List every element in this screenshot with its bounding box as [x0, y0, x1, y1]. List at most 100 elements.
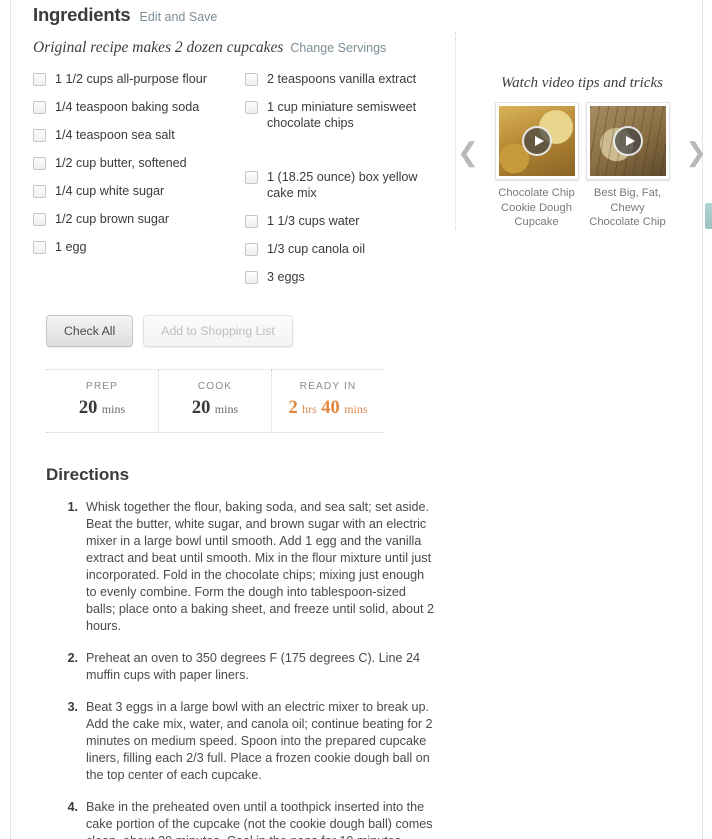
recipe-page: Ingredients Edit and Save Original recip… [0, 0, 712, 839]
ingredient-checkbox[interactable] [245, 171, 258, 184]
ingredients-column-right: 2 teaspoons vanilla extract 1 cup miniat… [245, 71, 435, 297]
timing-hours-number: 2 [288, 398, 298, 418]
ingredient-label: 1 (18.25 ounce) box yellow cake mix [267, 170, 418, 200]
ingredient-group-separator [245, 143, 435, 169]
timing-minutes-unit: mins [344, 402, 368, 416]
timing-cell-prep: PREP 20 mins [46, 370, 158, 432]
ingredient-label: 1/3 cup canola oil [267, 242, 366, 256]
ingredient-checkbox[interactable] [245, 101, 258, 114]
timing-label: COOK [197, 381, 233, 392]
ingredient-item[interactable]: 1/4 teaspoon baking soda [33, 99, 245, 115]
ingredient-checkbox[interactable] [33, 157, 46, 170]
ingredient-label: 1/4 cup white sugar [55, 184, 165, 198]
ingredient-checkbox[interactable] [33, 101, 46, 114]
direction-step: 4. Bake in the preheated oven until a to… [65, 799, 678, 839]
video-thumbnail[interactable]: Best Big, Fat, Chewy Chocolate Chip [585, 102, 670, 230]
video-thumbnail-caption: Chocolate Chip Cookie Dough Cupcake [498, 187, 575, 228]
direction-step: 1. Whisk together the flour, baking soda… [65, 499, 678, 635]
video-thumbnail[interactable]: Chocolate Chip Cookie Dough Cupcake [494, 102, 579, 230]
timing-label: PREP [85, 381, 119, 392]
ingredients-and-video-row: 1 1/2 cups all-purpose flour 1/4 teaspoo… [11, 57, 707, 297]
ingredient-label: 1/4 teaspoon sea salt [55, 128, 175, 142]
video-panel: Watch video tips and tricks ❮ Chocolate … [457, 71, 707, 230]
ingredient-actions: Check All Add to Shopping List [11, 297, 702, 347]
timing-cell-cook: COOK 20 mins [158, 370, 271, 432]
ingredient-label: 1/2 cup butter, softened [55, 156, 187, 170]
timing-value: 20 mins [46, 398, 158, 419]
ingredient-checkbox[interactable] [33, 213, 46, 226]
edit-and-save-link[interactable]: Edit and Save [140, 10, 218, 24]
ingredient-label: 1 1/2 cups all-purpose flour [55, 72, 207, 86]
step-text: Whisk together the flour, baking soda, a… [86, 500, 434, 633]
video-thumbnail-image[interactable] [494, 102, 579, 180]
ingredient-item[interactable]: 1 cup miniature semisweet chocolate chip… [245, 99, 435, 131]
directions-list: 1. Whisk together the flour, baking soda… [11, 499, 702, 839]
video-thumbnail-image[interactable] [585, 102, 670, 180]
timing-unit: mins [101, 402, 126, 416]
servings-text: Original recipe makes 2 dozen cupcakes [33, 39, 284, 56]
direction-step: 3. Beat 3 eggs in a large bowl with an e… [65, 699, 678, 784]
ingredient-label: 1 cup miniature semisweet chocolate chip… [267, 100, 417, 130]
page-title: Ingredients [33, 4, 131, 25]
ingredient-item[interactable]: 1/2 cup butter, softened [33, 155, 245, 171]
change-servings-link[interactable]: Change Servings [290, 41, 386, 55]
video-thumbnail-caption: Best Big, Fat, Chewy Chocolate Chip [589, 187, 666, 228]
timing-hours-unit: hrs [302, 402, 317, 416]
ingredient-item[interactable]: 1 (18.25 ounce) box yellow cake mix [245, 169, 435, 201]
check-all-button[interactable]: Check All [46, 315, 134, 347]
ingredient-item[interactable]: 1 egg [33, 239, 245, 255]
timing-unit: mins [214, 402, 239, 416]
step-text: Bake in the preheated oven until a tooth… [86, 800, 433, 839]
timing-value: 2 hrs 40 mins [272, 398, 384, 419]
step-number: 3. [67, 700, 78, 714]
ingredient-checkbox[interactable] [33, 73, 46, 86]
ingredient-item[interactable]: 2 teaspoons vanilla extract [245, 71, 435, 87]
ingredient-label: 3 eggs [267, 270, 305, 284]
ingredient-item[interactable]: 1 1/3 cups water [245, 213, 435, 229]
step-text: Beat 3 eggs in a large bowl with an elec… [86, 700, 433, 782]
ingredient-item[interactable]: 1/4 teaspoon sea salt [33, 127, 245, 143]
add-to-shopping-list-button[interactable]: Add to Shopping List [143, 315, 293, 347]
ingredient-checkbox[interactable] [33, 129, 46, 142]
timing-minutes-number: 40 [321, 398, 340, 418]
direction-step: 2. Preheat an oven to 350 degrees F (175… [65, 650, 678, 684]
ingredient-item[interactable]: 1 1/2 cups all-purpose flour [33, 71, 245, 87]
ingredients-column-left: 1 1/2 cups all-purpose flour 1/4 teaspoo… [33, 71, 245, 297]
ingredient-checkbox[interactable] [245, 215, 258, 228]
ingredient-item[interactable]: 1/3 cup canola oil [245, 241, 435, 257]
servings-line: Original recipe makes 2 dozen cupcakes C… [11, 26, 702, 57]
ingredient-checkbox[interactable] [245, 271, 258, 284]
ingredient-item[interactable]: 1/4 cup white sugar [33, 183, 245, 199]
ingredient-item[interactable]: 3 eggs [245, 269, 435, 285]
ingredient-checkbox[interactable] [33, 241, 46, 254]
carousel-prev-icon[interactable]: ❮ [457, 102, 479, 202]
play-icon[interactable] [612, 126, 643, 156]
ingredients-header: Ingredients Edit and Save [11, 0, 702, 26]
ingredient-label: 1/2 cup brown sugar [55, 212, 170, 226]
play-icon[interactable] [521, 126, 552, 156]
timing-cell-ready-in: READY IN 2 hrs 40 mins [271, 370, 384, 432]
step-number: 2. [67, 651, 78, 665]
ingredients-columns: 1 1/2 cups all-purpose flour 1/4 teaspoo… [11, 71, 445, 297]
ingredient-label: 2 teaspoons vanilla extract [267, 72, 417, 86]
step-text: Preheat an oven to 350 degrees F (175 de… [86, 651, 420, 682]
timing-number: 20 [78, 398, 98, 418]
video-carousel: ❮ Chocolate Chip Cookie Dough Cupcake Be… [457, 102, 707, 230]
carousel-next-icon[interactable]: ❯ [685, 102, 707, 202]
video-panel-title: Watch video tips and tricks [501, 75, 663, 91]
ingredient-label: 1/4 teaspoon baking soda [55, 100, 200, 114]
directions-title: Directions [46, 465, 130, 484]
video-thumbnails: Chocolate Chip Cookie Dough Cupcake Best… [479, 102, 685, 230]
timing-label: READY IN [299, 381, 357, 392]
ingredient-item[interactable]: 1/2 cup brown sugar [33, 211, 245, 227]
ingredient-label: 1 egg [55, 240, 87, 254]
timing-number: 20 [191, 398, 211, 418]
timing-value: 20 mins [159, 398, 271, 419]
step-number: 4. [67, 800, 78, 814]
ingredient-checkbox[interactable] [33, 185, 46, 198]
step-number: 1. [67, 500, 78, 514]
ingredient-label: 1 1/3 cups water [267, 214, 360, 228]
ingredient-checkbox[interactable] [245, 73, 258, 86]
recipe-timing: PREP 20 mins COOK 20 mins READY IN 2 hrs [46, 369, 384, 433]
ingredient-checkbox[interactable] [245, 243, 258, 256]
